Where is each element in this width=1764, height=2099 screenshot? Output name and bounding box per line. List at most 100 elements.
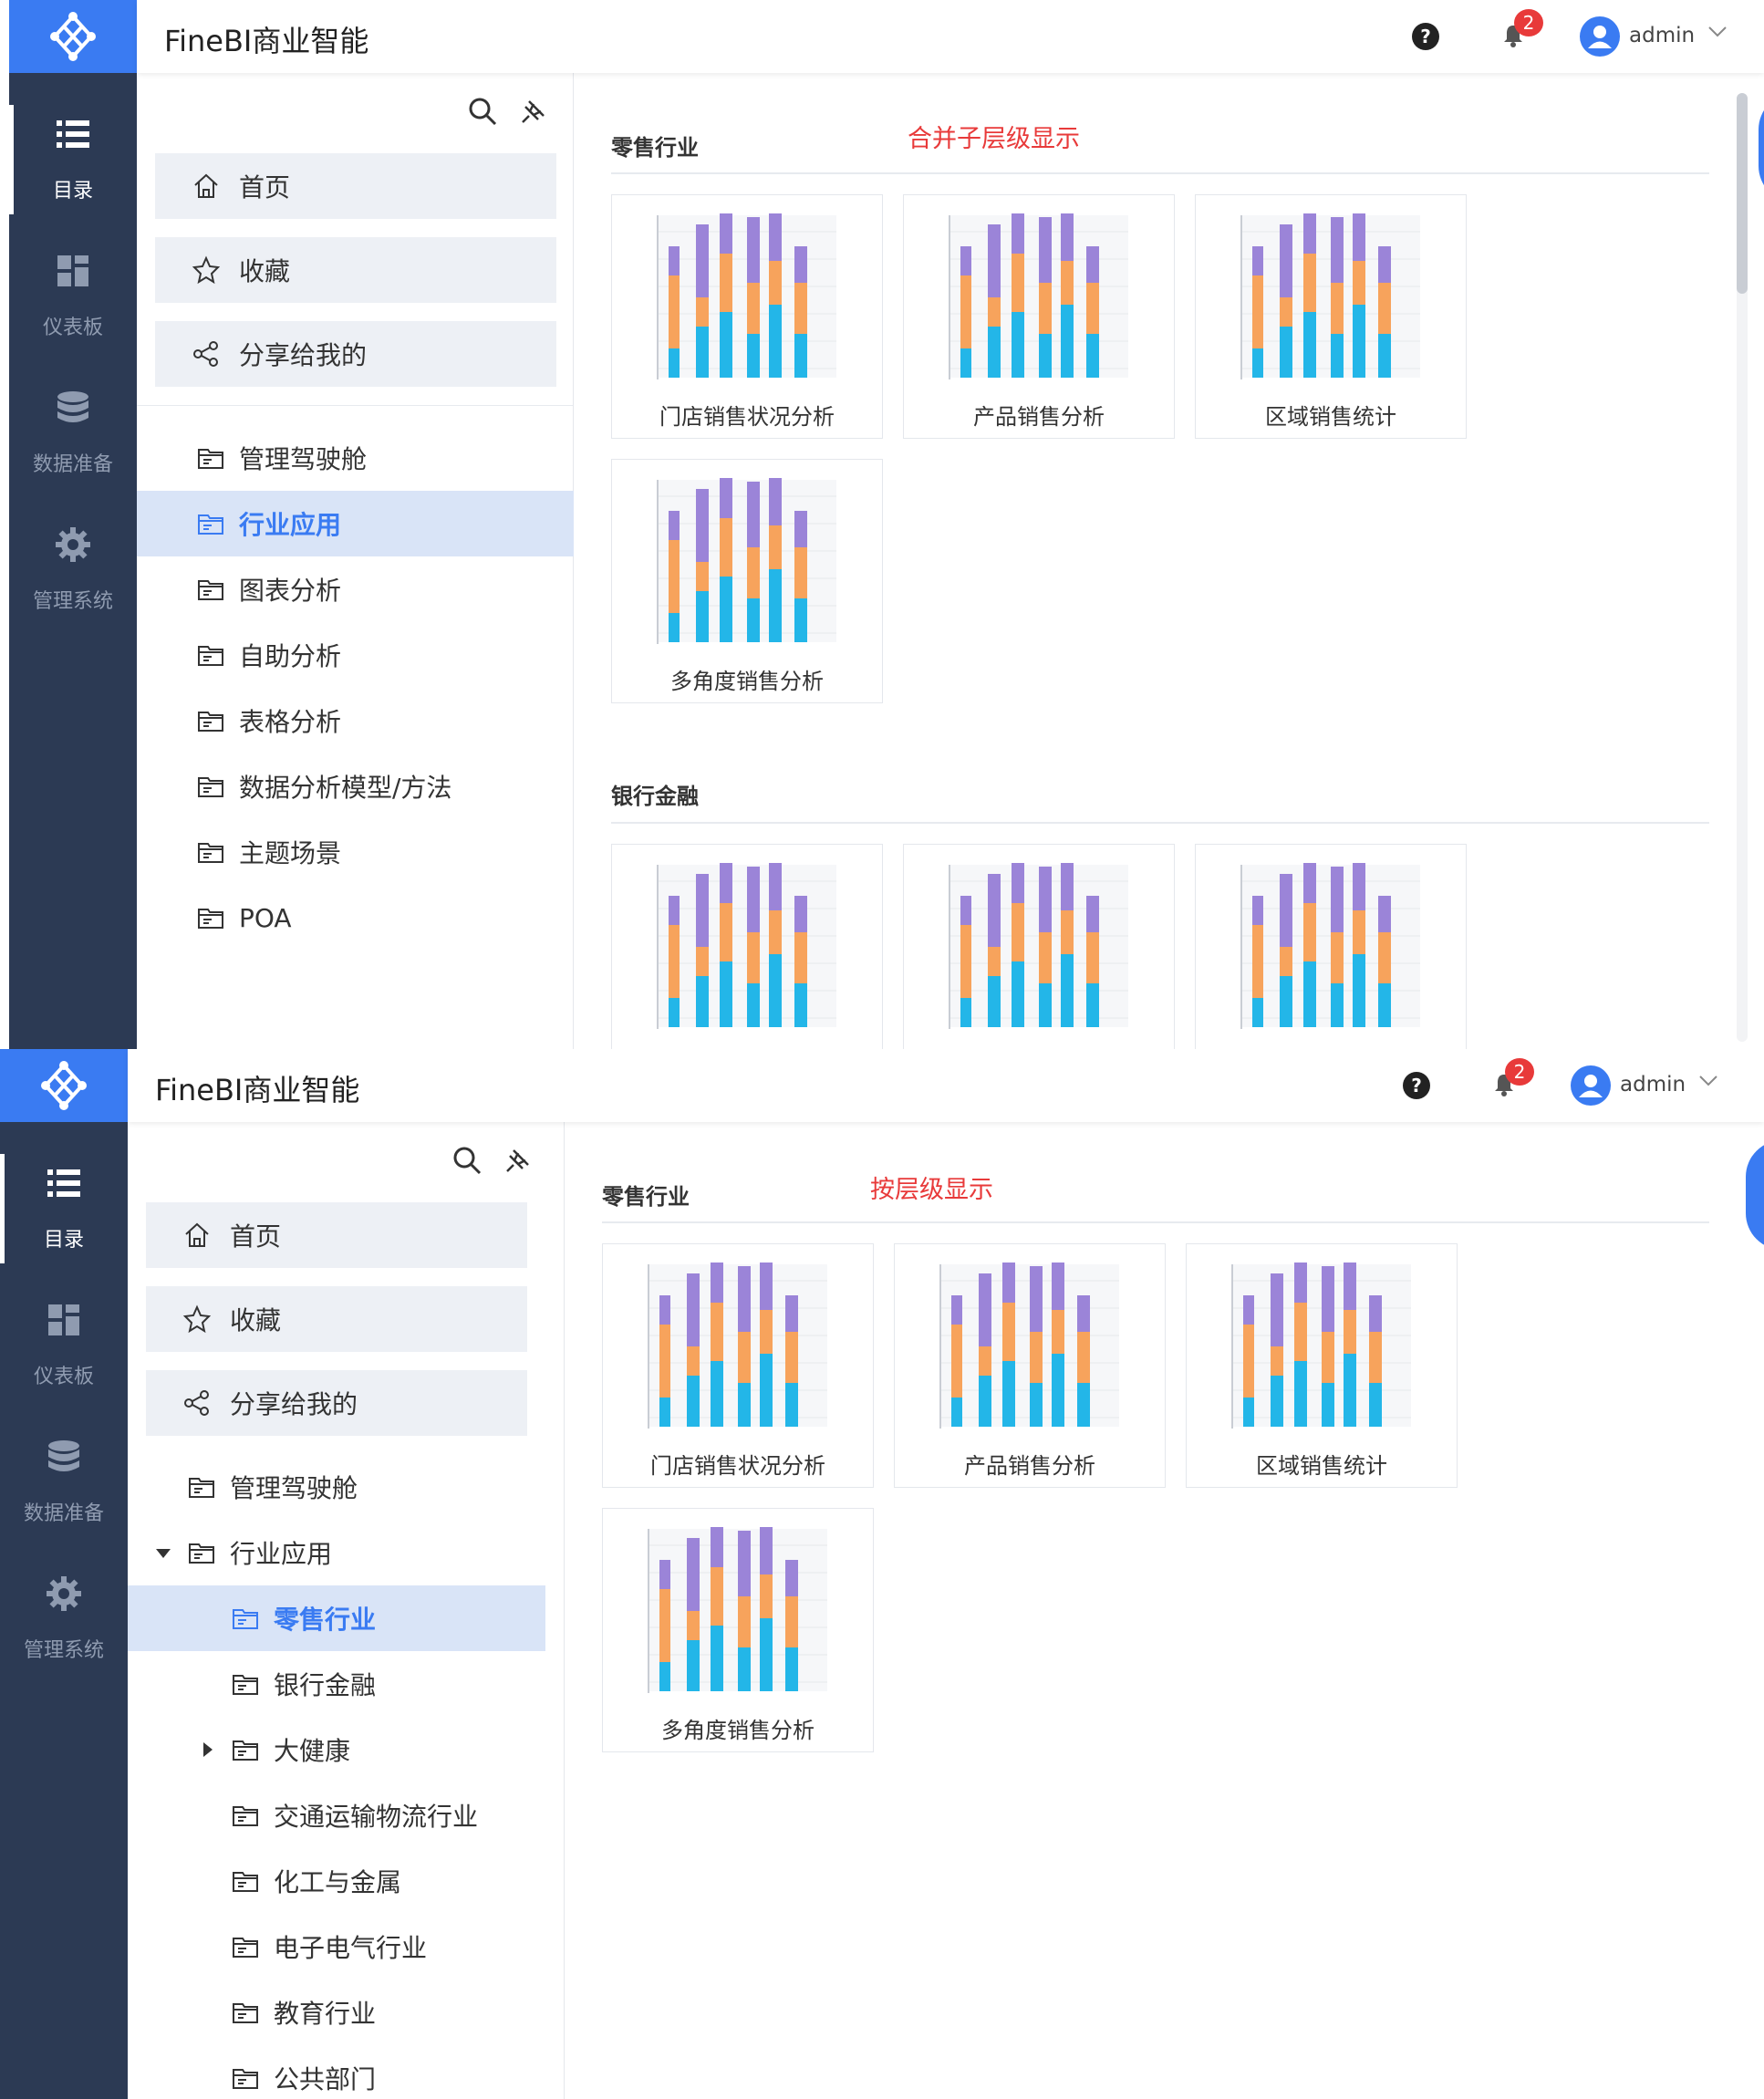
folder-icon [198, 843, 223, 863]
thumbnail-bar-purple [1086, 246, 1099, 283]
thumbnail-bar-orange [1331, 932, 1344, 983]
section-divider [611, 172, 1709, 174]
sidebar-item-data-prep[interactable]: 数据准备 [0, 1414, 128, 1551]
tree-item-education[interactable]: 教育行业 [128, 1980, 565, 2045]
thumbnail-bar-purple [1252, 896, 1263, 925]
report-card[interactable] [1195, 844, 1467, 1049]
report-card[interactable]: 区域销售统计 [1186, 1243, 1458, 1488]
report-card[interactable]: 产品销售分析 [903, 194, 1175, 439]
thumbnail-bar-cyan [1280, 976, 1292, 1027]
section-divider [602, 1221, 1709, 1223]
pin-icon[interactable] [518, 96, 549, 127]
tree-item-self-service[interactable]: 自助分析 [137, 622, 574, 688]
tree-item-industry[interactable]: 行业应用 [128, 1520, 565, 1585]
scroll-thumb[interactable] [1737, 93, 1748, 294]
vertical-scrollbar[interactable] [1737, 93, 1748, 1042]
thumbnail-bar-orange [1012, 903, 1024, 961]
thumbnail-bar-purple [760, 1263, 773, 1310]
report-card[interactable]: 门店销售状况分析 [602, 1243, 874, 1488]
report-card[interactable] [611, 844, 883, 1049]
tree-item-banking[interactable]: 银行金融 [128, 1651, 565, 1717]
report-card[interactable]: 多角度销售分析 [602, 1508, 874, 1752]
logo[interactable] [9, 0, 137, 73]
thumbnail-bar-orange [988, 297, 1001, 327]
quick-link-favorites[interactable]: 收藏 [146, 1286, 527, 1352]
tree-item-chemicals[interactable]: 化工与金属 [128, 1848, 565, 1914]
thumbnail-bar-cyan [1331, 334, 1344, 378]
chevron-down-icon[interactable] [1707, 26, 1728, 38]
tree-item-retail[interactable]: 零售行业 [128, 1585, 545, 1651]
sidebar-item-data-prep[interactable]: 数据准备 [9, 365, 137, 502]
report-card[interactable]: 区域销售统计 [1195, 194, 1467, 439]
thumbnail-bar-cyan [687, 1376, 700, 1427]
tree-item-chart-analysis[interactable]: 图表分析 [137, 556, 574, 622]
tree-item-electronics[interactable]: 电子电气行业 [128, 1914, 565, 1980]
sidebar-item-dashboard[interactable]: 仪表板 [9, 228, 137, 365]
sidebar-item-catalog[interactable]: 目录 [9, 91, 137, 228]
help-icon[interactable]: ? [1403, 1072, 1430, 1099]
report-card[interactable]: 门店销售状况分析 [611, 194, 883, 439]
logo[interactable] [0, 1049, 128, 1122]
thumbnail-bar-cyan [960, 998, 971, 1027]
thumbnail-bar-purple [1280, 224, 1292, 297]
notification-bell[interactable]: 2 [1499, 9, 1543, 49]
thumbnail-bar-purple [1303, 863, 1316, 903]
pin-icon[interactable] [503, 1145, 534, 1176]
quick-link-label: 分享给我的 [230, 1389, 358, 1419]
thumbnail-bar-cyan [1077, 1383, 1090, 1427]
thumbnail-bar-cyan [720, 961, 732, 1027]
search-icon[interactable] [467, 96, 498, 127]
quick-link-shared[interactable]: 分享给我的 [155, 321, 556, 387]
sidebar-item-admin[interactable]: 管理系统 [9, 502, 137, 639]
thumbnail-bar-cyan [711, 1626, 723, 1691]
thumbnail-bar-orange [1039, 932, 1052, 983]
chevron-down-icon[interactable] [1698, 1075, 1718, 1087]
thumbnail-bar-cyan [769, 954, 782, 1027]
thumbnail-bar-purple [1052, 1263, 1064, 1310]
tree-item-logistics[interactable]: 交通运输物流行业 [128, 1782, 565, 1848]
notification-bell[interactable]: 2 [1490, 1058, 1534, 1098]
report-card[interactable]: 产品销售分析 [894, 1243, 1166, 1488]
report-card-label: 门店销售状况分析 [659, 404, 835, 430]
tree-item-label: 行业应用 [239, 510, 342, 540]
report-card[interactable] [903, 844, 1175, 1049]
sidebar-item-catalog[interactable]: 目录 [0, 1140, 128, 1277]
avatar[interactable] [1571, 1065, 1611, 1106]
caret-right-icon[interactable] [197, 1740, 217, 1760]
user-name[interactable]: admin [1629, 24, 1695, 47]
tree-item-table-analysis[interactable]: 表格分析 [137, 688, 574, 753]
help-icon[interactable]: ? [1412, 23, 1439, 50]
tree-item-poa[interactable]: POA [137, 885, 574, 951]
quick-link-home[interactable]: 首页 [155, 153, 556, 219]
quick-link-home[interactable]: 首页 [146, 1202, 527, 1268]
thumbnail-bar-cyan [1039, 983, 1052, 1027]
thumbnail-bar-cyan [1322, 1383, 1334, 1427]
search-icon[interactable] [451, 1145, 483, 1176]
side-panel-toggle[interactable] [1759, 93, 1764, 203]
tree-item-public-sector[interactable]: 公共部门 [128, 2045, 565, 2099]
report-card[interactable]: 多角度销售分析 [611, 459, 883, 703]
tree-item-models[interactable]: 数据分析模型/方法 [137, 753, 574, 819]
quick-link-shared[interactable]: 分享给我的 [146, 1370, 527, 1436]
sidebar-item-dashboard[interactable]: 仪表板 [0, 1277, 128, 1414]
thumbnail-bar-orange [696, 947, 709, 976]
thumbnail-bar-cyan [794, 598, 807, 642]
quick-link-favorites[interactable]: 收藏 [155, 237, 556, 303]
thumbnail-bar-purple [1344, 1263, 1356, 1310]
thumbnail-bar-purple [669, 511, 680, 540]
tree-item-cockpit[interactable]: 管理驾驶舱 [128, 1454, 565, 1520]
chart-thumbnail [1231, 1263, 1411, 1429]
side-panel-toggle[interactable] [1746, 1140, 1764, 1250]
tree-item-health[interactable]: 大健康 [128, 1717, 565, 1782]
thumbnail-bar-cyan [769, 305, 782, 378]
tree-item-cockpit[interactable]: 管理驾驶舱 [137, 425, 574, 491]
thumbnail-bar-orange [1322, 1332, 1334, 1383]
caret-down-icon[interactable] [153, 1543, 173, 1563]
avatar[interactable] [1580, 16, 1620, 57]
user-name[interactable]: admin [1620, 1073, 1686, 1096]
tree-item-industry[interactable]: 行业应用 [137, 491, 574, 556]
report-card-label: 区域销售统计 [1265, 404, 1396, 430]
thumbnail-bar-cyan [1378, 334, 1391, 378]
sidebar-item-admin[interactable]: 管理系统 [0, 1551, 128, 1688]
tree-item-themes[interactable]: 主题场景 [137, 819, 574, 885]
